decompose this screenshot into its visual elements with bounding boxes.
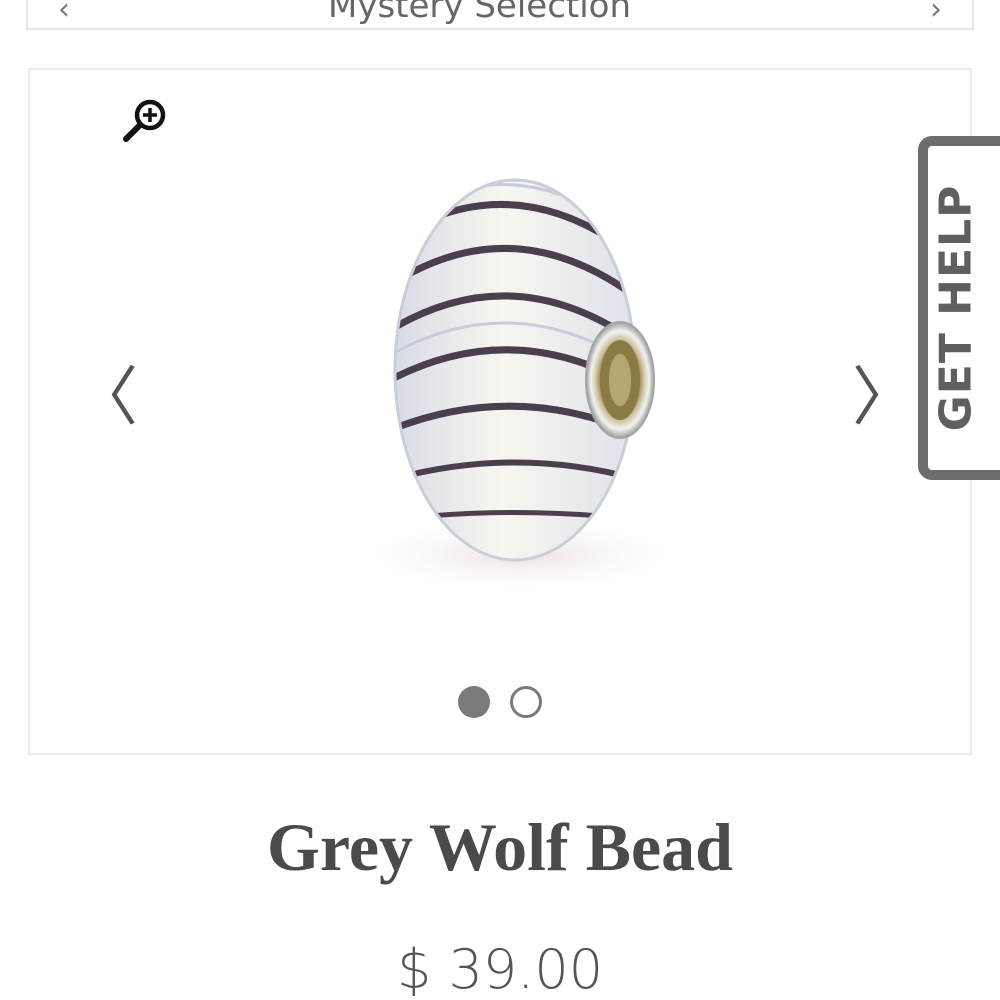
product-price: $ 39.00 [396,938,604,1000]
carousel-prev-button[interactable]: 〈 [74,366,138,430]
next-option-icon[interactable]: › [930,0,942,27]
get-help-label: GET HELP [930,184,982,432]
product-title: Grey Wolf Bead [267,809,733,885]
selector-text: Mystery Selection [328,0,632,26]
carousel-next-button[interactable]: 〉 [852,366,916,430]
get-help-tab[interactable]: GET HELP [918,136,1000,480]
top-selector-bar[interactable]: ‹ Mystery Selection › [26,0,974,30]
pagination-dot-2[interactable] [510,686,542,718]
prev-option-icon[interactable]: ‹ [58,0,70,27]
pagination-dot-1[interactable] [458,686,490,718]
zoom-in-icon[interactable] [122,98,168,144]
product-image-carousel[interactable]: 〈 〉 [28,68,972,755]
product-image[interactable] [320,170,720,610]
carousel-pagination [30,686,970,718]
